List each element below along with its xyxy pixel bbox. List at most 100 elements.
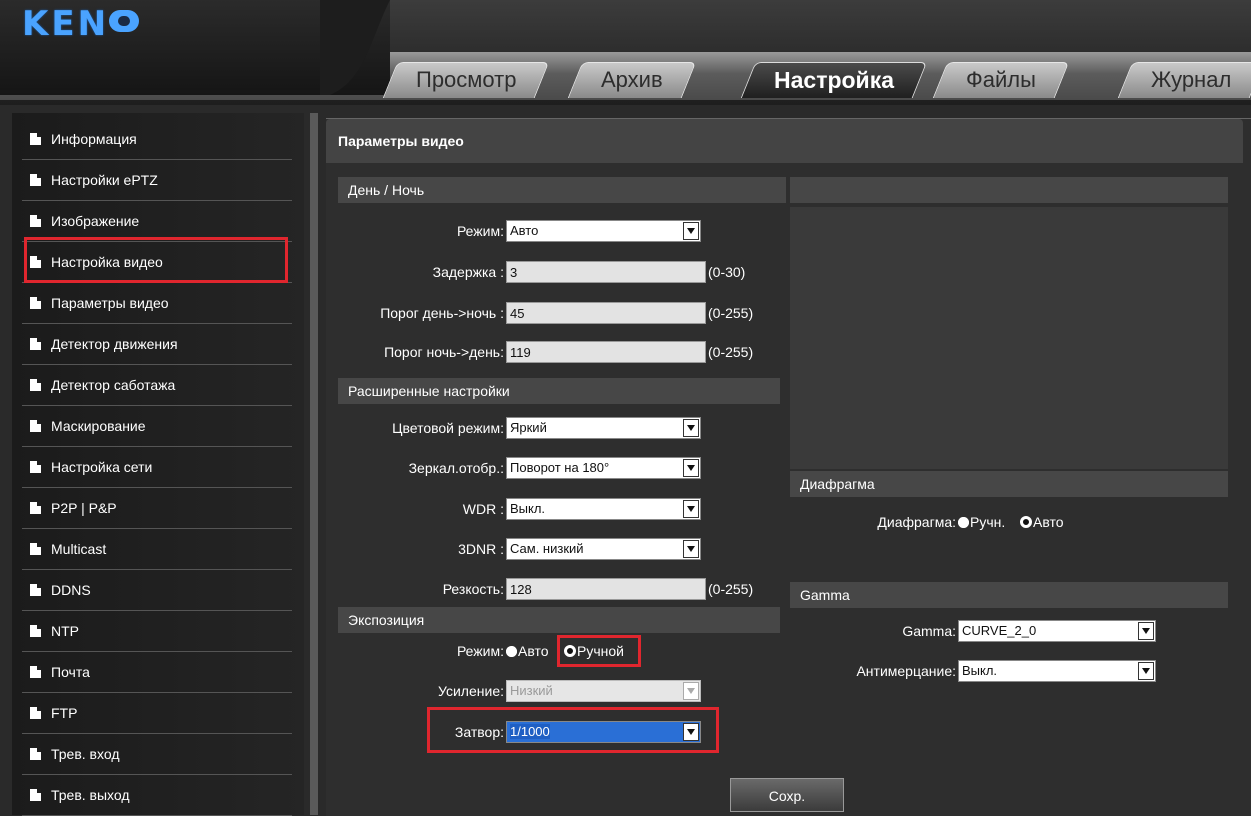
wdr-select[interactable]: Выкл. (506, 498, 701, 520)
tab-settings[interactable]: Настройка (740, 62, 928, 98)
document-icon (30, 338, 41, 350)
document-icon (30, 666, 41, 678)
antiflicker-label: Антимерцание: (856, 663, 956, 679)
iris-auto-radio[interactable]: Авто (1020, 510, 1064, 534)
color-mode-select[interactable]: Яркий (506, 417, 701, 439)
document-icon (30, 297, 41, 309)
sidebar-item-info[interactable]: Информация (22, 119, 292, 160)
day-to-night-label: Порог день->ночь : (380, 305, 504, 321)
day-to-night-range: (0-255) (708, 305, 754, 321)
section-advanced: Расширенные настройки (338, 378, 780, 404)
chevron-down-icon (683, 459, 699, 477)
night-to-day-label: Порог ночь->день: (384, 344, 504, 360)
document-icon (30, 707, 41, 719)
page-title: Параметры видео (326, 119, 1243, 163)
sidebar-item-p2p[interactable]: P2P | P&P (22, 488, 292, 529)
sidebar-item-ddns[interactable]: DDNS (22, 570, 292, 611)
document-icon (30, 215, 41, 227)
antiflicker-select[interactable]: Выкл. (958, 660, 1156, 682)
section-gamma: Gamma (790, 582, 1228, 608)
sidebar-divider (310, 113, 318, 815)
night-to-day-input[interactable]: 119 (506, 341, 706, 363)
sidebar-item-network[interactable]: Настройка сети (22, 447, 292, 488)
settings-sidebar: Информация Настройки ePTZ Изображение На… (12, 113, 304, 816)
document-icon (30, 789, 41, 801)
exposure-auto-radio[interactable]: Авто (506, 639, 549, 663)
main-tabs: Просмотр Архив Настройка Файлы Журнал (380, 52, 1251, 102)
radio-selected-icon (1020, 516, 1032, 528)
sharpness-input[interactable]: 128 (506, 578, 706, 600)
sidebar-item-multicast[interactable]: Multicast (22, 529, 292, 570)
daynight-mode-select[interactable]: Авто (506, 220, 701, 242)
section-iris: Диафрагма (790, 471, 1228, 497)
document-icon (30, 461, 41, 473)
gamma-label: Gamma: (902, 623, 956, 639)
delay-input[interactable]: 3 (506, 261, 706, 283)
sidebar-item-ntp[interactable]: NTP (22, 611, 292, 652)
radio-icon (958, 517, 969, 528)
radio-icon (506, 646, 517, 657)
tab-files[interactable]: Файлы (932, 62, 1070, 98)
daynight-mode-label: Режим: (456, 223, 504, 239)
document-icon (30, 748, 41, 760)
day-to-night-input[interactable]: 45 (506, 302, 706, 324)
highlight-manual-radio (557, 635, 641, 667)
mirror-select[interactable]: Поворот на 180° (506, 457, 701, 479)
section-day-night: День / Ночь (338, 177, 786, 203)
gain-label: Усиление: (438, 683, 504, 699)
color-mode-label: Цветовой режим: (392, 420, 504, 436)
3dnr-label: 3DNR : (458, 541, 504, 557)
document-icon (30, 543, 41, 555)
gain-select[interactable]: Низкий (506, 680, 701, 702)
iris-label: Диафрагма: (877, 514, 956, 530)
sidebar-item-ftp[interactable]: FTP (22, 693, 292, 734)
document-icon (30, 133, 41, 145)
document-icon (30, 420, 41, 432)
delay-label: Задержка : (432, 264, 504, 280)
delay-range: (0-30) (708, 264, 746, 280)
sidebar-item-masking[interactable]: Маскирование (22, 406, 292, 447)
tab-view[interactable]: Просмотр (382, 62, 550, 98)
highlight-shutter (427, 707, 719, 753)
main-panel: Параметры видео День / Ночь Режим: Авто … (326, 118, 1251, 816)
tab-archive[interactable]: Архив (567, 62, 696, 98)
night-to-day-range: (0-255) (708, 344, 754, 360)
sidebar-item-mail[interactable]: Почта (22, 652, 292, 693)
mirror-label: Зеркал.отобр.: (408, 460, 504, 476)
gamma-select[interactable]: CURVE_2_0 (958, 620, 1156, 642)
sidebar-item-motion[interactable]: Детектор движения (22, 324, 292, 365)
sidebar-item-eptz[interactable]: Настройки ePTZ (22, 160, 292, 201)
chevron-down-icon (683, 682, 699, 700)
chevron-down-icon (1138, 662, 1154, 680)
header: KEN Просмотр Архив Настройка Файлы Журна… (0, 0, 1251, 105)
brand-logo: KEN (22, 4, 140, 44)
sidebar-item-alarm-in[interactable]: Трев. вход (22, 734, 292, 775)
logo-eye-icon (109, 10, 140, 32)
highlight-video-setup (24, 237, 288, 283)
sidebar-item-image[interactable]: Изображение (22, 201, 292, 242)
video-preview (790, 207, 1228, 469)
chevron-down-icon (683, 540, 699, 558)
document-icon (30, 584, 41, 596)
document-icon (30, 379, 41, 391)
sharpness-label: Резкость: (442, 581, 504, 597)
sharpness-range: (0-255) (708, 581, 754, 597)
section-preview-header (790, 177, 1228, 203)
sidebar-item-tamper[interactable]: Детектор саботажа (22, 365, 292, 406)
tab-journal[interactable]: Журнал (1117, 62, 1251, 98)
save-button[interactable]: Сохр. (730, 778, 844, 812)
wdr-label: WDR : (462, 501, 504, 517)
exposure-mode-label: Режим: (456, 643, 504, 659)
chevron-down-icon (683, 222, 699, 240)
iris-manual-radio[interactable]: Ручн. (958, 510, 1005, 534)
3dnr-select[interactable]: Сам. низкий (506, 538, 701, 560)
chevron-down-icon (1138, 622, 1154, 640)
section-exposure: Экспозиция (338, 607, 780, 633)
chevron-down-icon (683, 500, 699, 518)
chevron-down-icon (683, 419, 699, 437)
document-icon (30, 502, 41, 514)
sidebar-item-alarm-out[interactable]: Трев. выход (22, 775, 292, 816)
document-icon (30, 174, 41, 186)
sidebar-item-video-params[interactable]: Параметры видео (22, 283, 292, 324)
document-icon (30, 625, 41, 637)
